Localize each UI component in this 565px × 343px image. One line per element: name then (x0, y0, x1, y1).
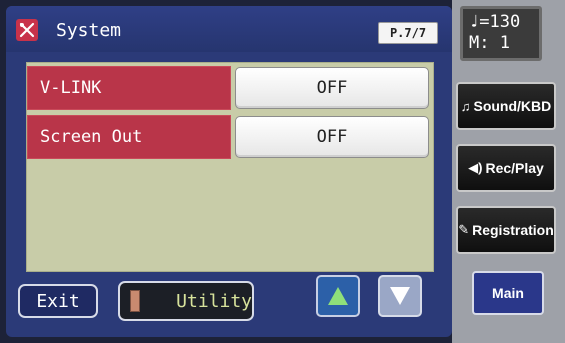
screen-out-value-button[interactable]: OFF (235, 116, 429, 158)
main-screen: System P.7/7 V-LINK OFF Screen Out OFF E… (6, 6, 452, 337)
setting-row-vlink: V-LINK OFF (27, 66, 433, 110)
exit-button[interactable]: Exit (18, 284, 98, 318)
side-panel: ♩=130 M: 1 ♫ Sound/KBD ◀) Rec/Play ✎ Reg… (452, 0, 565, 343)
utility-icon (130, 290, 141, 312)
system-icon (16, 19, 38, 41)
utility-button[interactable]: Utility (118, 281, 254, 321)
rec-play-label: Rec/Play (485, 160, 544, 176)
arrow-down-icon (390, 287, 410, 305)
measure-value: M: 1 (469, 33, 510, 53)
vlink-value-button[interactable]: OFF (235, 67, 429, 109)
sound-kbd-label: Sound/KBD (473, 98, 552, 114)
music-note-icon: ♫ (460, 98, 471, 114)
setting-label: Screen Out (27, 115, 231, 159)
page-title: System (56, 20, 122, 41)
quarter-note-icon: ♩ (469, 12, 480, 32)
tempo-value: =130 (479, 12, 521, 32)
rec-play-button[interactable]: ◀) Rec/Play (456, 144, 556, 192)
utility-label: Utility (176, 290, 252, 312)
speaker-icon: ◀) (468, 160, 483, 175)
registration-icon: ✎ (458, 222, 470, 237)
tempo-readout: ♩=130 (469, 12, 539, 33)
setting-label: V-LINK (27, 66, 231, 110)
sound-kbd-button[interactable]: ♫ Sound/KBD (456, 82, 556, 130)
page-indicator: P.7/7 (378, 22, 438, 44)
setting-row-screen-out: Screen Out OFF (27, 115, 433, 159)
arrow-up-icon (328, 287, 348, 305)
registration-label: Registration (472, 222, 554, 238)
device-frame: System P.7/7 V-LINK OFF Screen Out OFF E… (0, 0, 565, 343)
main-button[interactable]: Main (472, 271, 544, 315)
tempo-display: ♩=130 M: 1 (460, 6, 542, 61)
settings-panel: V-LINK OFF Screen Out OFF (26, 62, 434, 272)
registration-button[interactable]: ✎ Registration (456, 206, 556, 254)
title-bar: System P.7/7 (6, 6, 452, 52)
page-down-button[interactable] (378, 275, 422, 317)
page-up-button[interactable] (316, 275, 360, 317)
